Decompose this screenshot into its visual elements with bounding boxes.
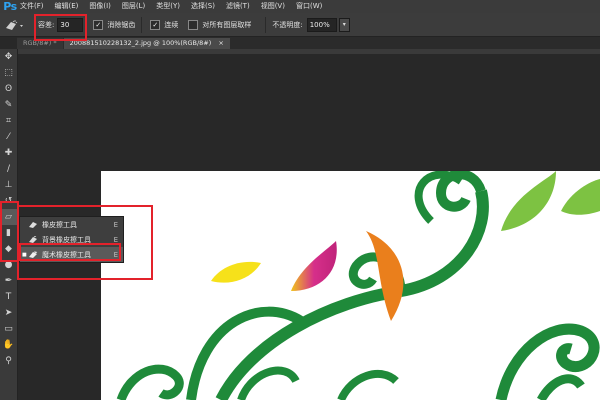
menu-select[interactable]: 选择(S) xyxy=(191,0,215,13)
menu-edit[interactable]: 编辑(E) xyxy=(55,0,79,13)
menu-type[interactable]: 类型(Y) xyxy=(156,0,180,13)
move-tool[interactable]: ✥ xyxy=(0,49,17,65)
pen-tool[interactable]: ✒ xyxy=(0,273,17,289)
sample-all-layers-label: 对所有图层取样 xyxy=(202,20,252,29)
antialias-checkbox[interactable]: ✓ 消除锯齿 xyxy=(93,19,136,30)
type-tool[interactable]: T xyxy=(0,289,17,305)
path-select-tool[interactable]: ➤ xyxy=(0,305,17,321)
contiguous-checkbox[interactable]: ✓ 连续 xyxy=(150,19,179,30)
divider xyxy=(265,16,267,33)
brush-tool[interactable]: ∕ xyxy=(0,161,17,177)
checkbox-checked-icon: ✓ xyxy=(93,19,104,30)
menu-image[interactable]: 图像(I) xyxy=(89,0,111,13)
photoshop-logo: Ps xyxy=(3,0,17,13)
zoom-tool[interactable]: ⚲ xyxy=(0,353,17,369)
tool-preset-picker[interactable] xyxy=(0,17,30,33)
antialias-label: 消除锯齿 xyxy=(107,20,136,29)
lasso-tool[interactable]: ʘ xyxy=(0,81,17,97)
floral-artwork xyxy=(116,171,600,400)
magic-eraser-icon xyxy=(6,19,23,30)
tab-label: 20088151022813​2_2.jpg @ 100%(RGB/8#) xyxy=(69,39,212,47)
menu-layer[interactable]: 图层(L) xyxy=(122,0,145,13)
document-tab-bar: RGB/8#) * 20088151022813​2_2.jpg @ 100%(… xyxy=(17,37,600,49)
checkbox-checked-icon: ✓ xyxy=(150,19,161,30)
eyedropper-tool[interactable]: ⁄ xyxy=(0,129,17,145)
menu-filter[interactable]: 滤镜(T) xyxy=(226,0,250,13)
options-bar: 容差: 30 ✓ 消除锯齿 ✓ 连续 对所有图层取样 不透明度: 100% ▾ xyxy=(0,13,600,37)
marquee-tool[interactable]: ⬚ xyxy=(0,65,17,81)
opacity-slider-button[interactable]: ▾ xyxy=(338,17,350,32)
checkbox-unchecked-icon xyxy=(188,19,199,30)
menu-window[interactable]: 窗口(W) xyxy=(296,0,322,13)
shape-tool[interactable]: ▭ xyxy=(0,321,17,337)
crop-tool[interactable]: ⌗ xyxy=(0,113,17,129)
highlight-box-magic-eraser xyxy=(19,243,121,261)
highlight-box-tolerance xyxy=(34,14,87,41)
menu-view[interactable]: 视图(V) xyxy=(261,0,285,13)
divider xyxy=(141,16,143,33)
opacity-input[interactable]: 100% xyxy=(306,17,337,32)
stamp-tool[interactable]: ⊥ xyxy=(0,177,17,193)
document-tab-2[interactable]: 20088151022813​2_2.jpg @ 100%(RGB/8#) × xyxy=(63,38,230,49)
contiguous-label: 连续 xyxy=(164,20,179,29)
healing-brush-tool[interactable]: ✚ xyxy=(0,145,17,161)
menu-bar: Ps 文件(F) 编辑(E) 图像(I) 图层(L) 类型(Y) 选择(S) 滤… xyxy=(0,0,600,13)
quick-select-tool[interactable]: ✎ xyxy=(0,97,17,113)
sample-all-layers-checkbox[interactable]: 对所有图层取样 xyxy=(188,19,252,30)
opacity-label: 不透明度: xyxy=(272,20,303,29)
ruler xyxy=(17,49,600,54)
menu-file[interactable]: 文件(F) xyxy=(20,0,44,13)
hand-tool[interactable]: ✋ xyxy=(0,337,17,353)
document-canvas[interactable] xyxy=(101,171,600,400)
close-icon[interactable]: × xyxy=(218,39,223,47)
